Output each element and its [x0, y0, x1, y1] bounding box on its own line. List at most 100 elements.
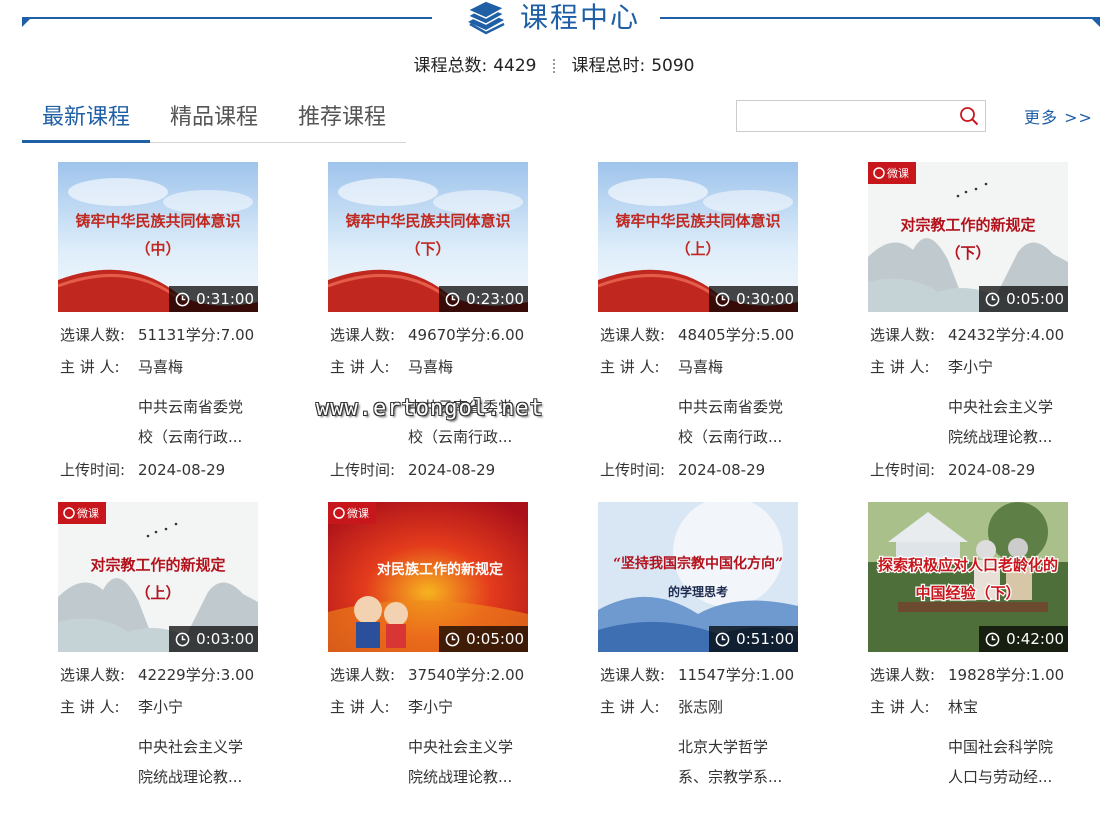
thumb-subtitle: （中）	[135, 240, 180, 258]
course-card[interactable]: 铸牢中华民族共同体意识 （中） 0:31:00 选课人数: 51131学分:7.0…	[58, 162, 288, 482]
credits-value: 2.00	[490, 666, 525, 684]
total-hours-label: 课程总时:	[571, 56, 646, 76]
clock-icon	[175, 292, 190, 306]
course-thumbnail[interactable]: 铸牢中华民族共同体意识 （下） 0:23:00	[328, 162, 528, 312]
upload-date-label: 上传时间:	[330, 461, 396, 479]
upload-date-value: 2024-08-29	[408, 461, 496, 479]
credits-value: 6.00	[490, 326, 525, 344]
organization-line: 中共云南省委党	[138, 398, 244, 416]
course-thumbnail[interactable]: 探索积极应对人口老龄化的 中国经验（下） 0:42:00	[868, 502, 1068, 652]
course-thumbnail[interactable]: 对宗教工作的新规定 （下） 微课 0:05:00	[868, 162, 1068, 312]
organization-line: 人口与劳动经...	[948, 768, 1053, 786]
thumb-subtitle: 中国经验（下）	[915, 584, 1020, 602]
thumb-title: 铸牢中华民族共同体意识	[75, 212, 240, 230]
lecturer-row: 主 讲 人: 马喜梅	[600, 356, 723, 377]
duration-text: 0:03:00	[196, 630, 254, 648]
course-card[interactable]: 探索积极应对人口老龄化的 中国经验（下） 0:42:00 选课人数: 19828学…	[868, 502, 1098, 822]
upload-date-label: 上传时间:	[600, 461, 666, 479]
enrolled-label: 选课人数:	[600, 326, 666, 344]
course-thumbnail[interactable]: 对民族工作的新规定 微课 0:05:00	[328, 502, 528, 652]
course-stats: 课程总数: 4429 课程总时: 5090	[0, 54, 1108, 78]
enrolled-value: 11547	[678, 666, 726, 684]
enrolled-row: 选课人数: 42432学分:4.00	[870, 324, 1064, 345]
upload-date-label: 上传时间:	[870, 461, 936, 479]
credits-label: 学分:	[725, 326, 761, 344]
total-hours-value: 5090	[651, 56, 695, 76]
lecturer-row: 主 讲 人: 张志刚	[600, 696, 723, 717]
lecturer-label: 主 讲 人:	[330, 358, 390, 376]
course-card[interactable]: 对宗教工作的新规定 （下） 微课 0:05:00 选课人数: 42432学分:4.…	[868, 162, 1098, 482]
upload-date-row: 上传时间: 2024-08-29	[60, 459, 225, 480]
course-card[interactable]: “坚持我国宗教中国化方向” 的学理思考 0:51:00 选课人数: 11547学分…	[598, 502, 828, 822]
organization-line: 中共云南省委党	[678, 398, 784, 416]
upload-date-value: 2024-08-29	[948, 461, 1036, 479]
course-thumbnail[interactable]: 对宗教工作的新规定 （上） 微课 0:03:00	[58, 502, 258, 652]
duration-badge: 0:42:00	[979, 626, 1068, 652]
stats-separator	[552, 59, 556, 73]
enrolled-value: 51131	[138, 326, 186, 344]
course-thumbnail[interactable]: 铸牢中华民族共同体意识 （上） 0:30:00	[598, 162, 798, 312]
thumb-title: “坚持我国宗教中国化方向”	[613, 555, 783, 572]
course-thumbnail[interactable]: 铸牢中华民族共同体意识 （中） 0:31:00	[58, 162, 258, 312]
duration-text: 0:42:00	[1006, 630, 1064, 648]
course-thumbnail[interactable]: “坚持我国宗教中国化方向” 的学理思考 0:51:00	[598, 502, 798, 652]
thumb-title: 对宗教工作的新规定	[900, 216, 1035, 234]
lecturer-organization: 中央社会主义学 院统战理论教...	[948, 392, 1088, 452]
course-card[interactable]: 对民族工作的新规定 微课 0:05:00 选课人数: 37540学分:2.00 主…	[328, 502, 558, 822]
thumb-subtitle: （下）	[405, 240, 450, 258]
search-icon[interactable]	[959, 106, 979, 126]
organization-line: 中央社会主义学	[408, 738, 514, 756]
enrolled-row: 选课人数: 48405学分:5.00	[600, 324, 794, 345]
duration-text: 0:31:00	[196, 290, 254, 308]
organization-line: 校（云南行政...	[678, 428, 783, 446]
books-icon	[466, 0, 506, 35]
organization-line: 院统战理论教...	[138, 768, 243, 786]
clock-icon	[985, 632, 1000, 646]
credits-label: 学分:	[725, 666, 761, 684]
clock-icon	[985, 292, 1000, 306]
organization-line: 校（云南行政...	[408, 428, 513, 446]
course-tabs: 最新课程 精品课程 推荐课程	[22, 98, 406, 143]
enrolled-row: 选课人数: 51131学分:7.00	[60, 324, 254, 345]
lecturer-name: 李小宁	[408, 698, 454, 716]
thumb-subtitle: （上）	[675, 240, 720, 258]
lecturer-label: 主 讲 人:	[330, 698, 390, 716]
lecturer-row: 主 讲 人: 李小宁	[60, 696, 183, 717]
credits-value: 1.00	[760, 666, 795, 684]
credits-value: 1.00	[1030, 666, 1065, 684]
organization-line: 北京大学哲学	[678, 738, 769, 756]
lecturer-name: 李小宁	[138, 698, 184, 716]
lecturer-name: 马喜梅	[408, 358, 454, 376]
lecturer-organization: 中央社会主义学 院统战理论教...	[138, 732, 278, 792]
enrolled-label: 选课人数:	[870, 666, 936, 684]
lecturer-name: 马喜梅	[138, 358, 184, 376]
upload-date-row: 上传时间: 2024-08-29	[330, 459, 495, 480]
tab-featured[interactable]: 精品课程	[150, 98, 278, 140]
course-card[interactable]: 铸牢中华民族共同体意识 （下） 0:23:00 选课人数: 49670学分:6.0…	[328, 162, 558, 482]
thumb-title: 铸牢中华民族共同体意识	[615, 212, 780, 230]
enrolled-value: 48405	[678, 326, 726, 344]
credits-value: 3.00	[220, 666, 255, 684]
upload-date-row: 上传时间: 2024-08-29	[600, 459, 765, 480]
course-card[interactable]: 铸牢中华民族共同体意识 （上） 0:30:00 选课人数: 48405学分:5.0…	[598, 162, 828, 482]
enrolled-row: 选课人数: 42229学分:3.00	[60, 664, 254, 685]
title-divider-left	[22, 17, 432, 19]
thumb-title: 铸牢中华民族共同体意识	[345, 212, 510, 230]
credits-label: 学分:	[455, 326, 491, 344]
lecturer-label: 主 讲 人:	[600, 358, 660, 376]
enrolled-value: 19828	[948, 666, 996, 684]
search-input[interactable]	[743, 101, 957, 131]
total-courses-value: 4429	[493, 56, 537, 76]
enrolled-label: 选课人数:	[600, 666, 666, 684]
organization-line: 中国社会科学院	[948, 738, 1054, 756]
lecturer-label: 主 讲 人:	[870, 698, 930, 716]
more-link[interactable]: 更多 >>	[1024, 104, 1093, 128]
thumb-title: 探索积极应对人口老龄化的	[878, 556, 1058, 574]
duration-badge: 0:51:00	[709, 626, 798, 652]
duration-text: 0:51:00	[736, 630, 794, 648]
course-card[interactable]: 对宗教工作的新规定 （上） 微课 0:03:00 选课人数: 42229学分:3.…	[58, 502, 288, 822]
credits-label: 学分:	[455, 666, 491, 684]
tab-recommended[interactable]: 推荐课程	[278, 98, 406, 140]
duration-badge: 0:30:00	[709, 286, 798, 312]
tab-latest[interactable]: 最新课程	[22, 98, 150, 143]
